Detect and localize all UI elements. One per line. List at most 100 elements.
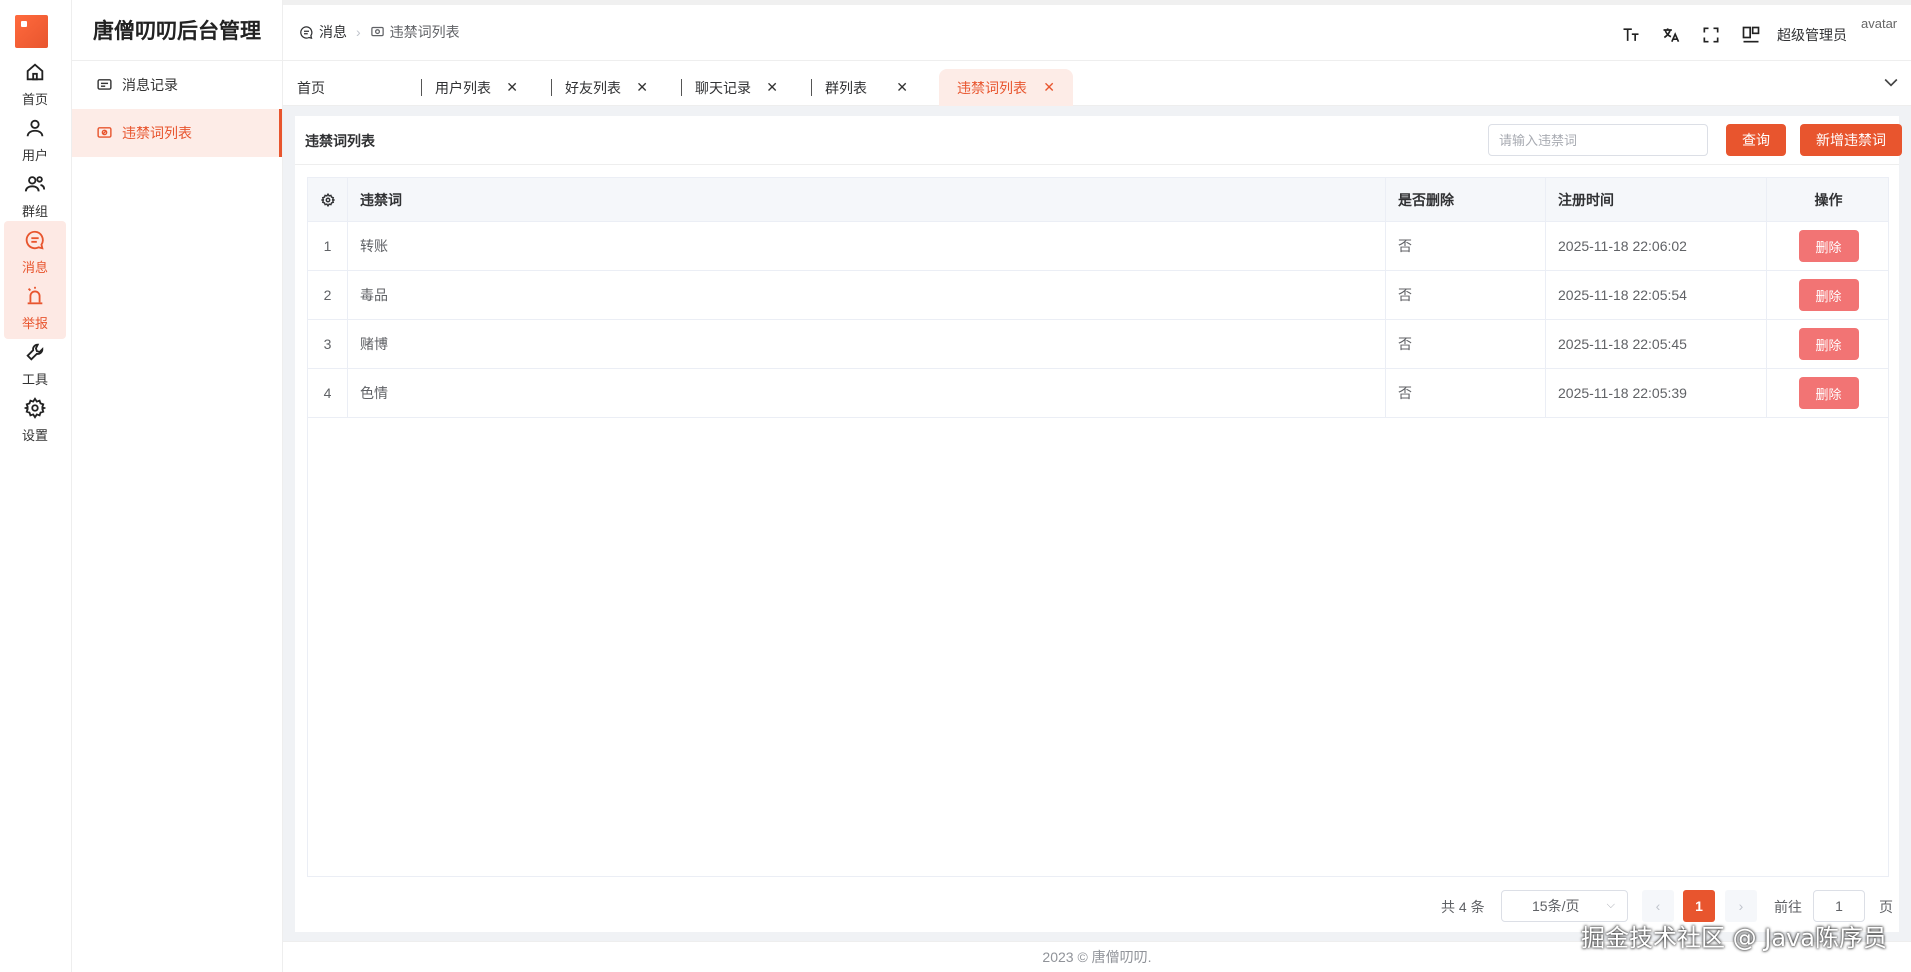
row-deleted: 否 — [1386, 320, 1546, 368]
rail-label-tools: 工具 — [21, 371, 48, 387]
layout-button[interactable] — [1731, 19, 1771, 51]
tag-chat-records[interactable]: 聊天记录 ✕ — [681, 69, 788, 106]
rail-item-user[interactable]: 用户 — [4, 109, 66, 171]
tag-label-chat-records: 聊天记录 — [695, 79, 751, 96]
subnav-item-banned-words[interactable]: 违禁词列表 — [72, 109, 282, 157]
rail-label-group: 群组 — [21, 203, 48, 219]
subnav-item-message-records[interactable]: 消息记录 — [72, 61, 282, 109]
tag-user-list[interactable]: 用户列表 ✕ — [421, 69, 528, 106]
banned-words-icon — [97, 126, 112, 138]
banned-words-icon — [370, 26, 384, 36]
chat-record-icon — [97, 78, 112, 90]
delete-button[interactable]: 删除 — [1798, 377, 1859, 409]
group-icon — [24, 175, 46, 191]
row-actions: 删除 — [1767, 369, 1890, 417]
avatar[interactable]: avatar — [1861, 17, 1897, 53]
fullscreen-button[interactable] — [1691, 19, 1731, 51]
rail-item-tools[interactable]: 工具 — [4, 333, 66, 395]
row-created: 2025-11-18 22:05:39 — [1546, 369, 1767, 417]
column-header-actions: 操作 — [1814, 191, 1843, 208]
delete-button[interactable]: 删除 — [1798, 230, 1859, 262]
card-header: 违禁词列表 查询 新增违禁词 — [295, 116, 1902, 165]
row-actions: 删除 — [1767, 271, 1890, 319]
rail-label-message: 消息 — [21, 259, 48, 275]
app-logo — [15, 15, 48, 48]
close-icon[interactable]: ✕ — [506, 79, 518, 96]
rail-item-message[interactable]: 消息 — [4, 221, 66, 283]
column-header-deleted: 是否删除 — [1386, 178, 1546, 221]
tag-label-home: 首页 — [297, 79, 325, 96]
top-header: 消息 › 违禁词列表 超级管理员 avatar — [283, 0, 1911, 61]
breadcrumb: 消息 › 违禁词列表 — [299, 22, 460, 42]
row-word: 转账 — [348, 222, 1386, 270]
rail-label-settings: 设置 — [21, 427, 48, 443]
rail-item-group[interactable]: 群组 — [4, 165, 66, 227]
close-icon[interactable]: ✕ — [1043, 79, 1055, 96]
header-tools: 超级管理员 avatar — [1611, 17, 1897, 53]
alarm-icon — [27, 286, 43, 304]
language-button[interactable] — [1651, 19, 1691, 51]
tag-label-group-list: 群列表 — [825, 79, 867, 96]
user-icon — [26, 119, 44, 136]
rail-item-settings[interactable]: 设置 — [4, 389, 66, 451]
column-settings-button[interactable] — [308, 178, 348, 221]
banned-words-table: 违禁词 是否删除 注册时间 操作 1 转账 否 2025-11-18 22:06… — [307, 177, 1889, 877]
row-word: 毒品 — [348, 271, 1386, 319]
row-created: 2025-11-18 22:06:02 — [1546, 222, 1767, 270]
close-icon[interactable]: ✕ — [636, 79, 648, 96]
user-name[interactable]: 超级管理员 — [1777, 25, 1847, 45]
rail-item-home[interactable]: 首页 — [4, 53, 66, 115]
row-word: 赌博 — [348, 320, 1386, 368]
chevron-left-icon: ‹ — [1655, 898, 1661, 914]
page-unit-label: 页 — [1879, 899, 1893, 915]
translate-icon — [1663, 28, 1680, 43]
home-icon — [26, 62, 44, 80]
delete-button[interactable]: 删除 — [1798, 279, 1859, 311]
font-size-button[interactable] — [1611, 19, 1651, 51]
table-row: 3 赌博 否 2025-11-18 22:05:45 删除 — [308, 320, 1888, 369]
layout-icon — [1742, 26, 1760, 43]
table-header: 违禁词 是否删除 注册时间 操作 — [308, 178, 1888, 222]
message-icon — [25, 230, 44, 250]
add-banned-word-button[interactable]: 新增违禁词 — [1800, 124, 1902, 156]
goto-label: 前往 — [1774, 899, 1802, 915]
tag-banned-words[interactable]: 违禁词列表 ✕ — [939, 69, 1073, 106]
row-word: 色情 — [348, 369, 1386, 417]
watermark: 掘金技术社区 @ Java陈序员 — [1581, 924, 1887, 952]
chevron-right-icon: › — [1738, 898, 1744, 914]
page-size-value: 15条/页 — [1532, 898, 1580, 914]
rail-item-report[interactable]: 举报 — [4, 277, 66, 339]
tag-label-user-list: 用户列表 — [435, 79, 491, 96]
app-root: 首页 用户 群组 消息 举报 工具 设置 唐僧叨叨后台管理 消息记录 违禁词列表… — [0, 0, 1911, 972]
row-index: 4 — [308, 369, 348, 417]
query-button[interactable]: 查询 — [1726, 124, 1786, 156]
tag-home[interactable]: 首页 — [283, 69, 390, 106]
row-index: 2 — [308, 271, 348, 319]
tag-group-list[interactable]: 群列表 ✕ — [811, 69, 918, 106]
rail-label-user: 用户 — [21, 147, 48, 163]
rail-label-home: 首页 — [21, 91, 48, 107]
chevron-down-icon[interactable] — [1881, 72, 1901, 92]
column-header-word: 违禁词 — [348, 178, 1386, 221]
fullscreen-icon — [1703, 27, 1719, 43]
delete-button[interactable]: 删除 — [1798, 328, 1859, 360]
close-icon[interactable]: ✕ — [896, 79, 908, 96]
gear-icon — [320, 192, 335, 207]
tag-label-friend-list: 好友列表 — [565, 79, 621, 96]
row-index: 1 — [308, 222, 348, 270]
app-title: 唐僧叨叨后台管理 — [72, 0, 282, 61]
table-row: 1 转账 否 2025-11-18 22:06:02 删除 — [308, 222, 1888, 271]
wrench-icon — [26, 343, 44, 361]
column-header-created: 注册时间 — [1546, 178, 1767, 221]
card-title: 违禁词列表 — [305, 133, 375, 149]
subnav-label-message-records: 消息记录 — [122, 77, 178, 93]
close-icon[interactable]: ✕ — [766, 79, 778, 96]
row-deleted: 否 — [1386, 369, 1546, 417]
row-deleted: 否 — [1386, 271, 1546, 319]
tag-friend-list[interactable]: 好友列表 ✕ — [551, 69, 658, 106]
gear-icon — [24, 396, 46, 419]
search-input[interactable] — [1488, 124, 1708, 156]
breadcrumb-first[interactable]: 消息 — [319, 22, 347, 42]
icon-rail: 首页 用户 群组 消息 举报 工具 设置 — [0, 0, 72, 972]
row-created: 2025-11-18 22:05:45 — [1546, 320, 1767, 368]
